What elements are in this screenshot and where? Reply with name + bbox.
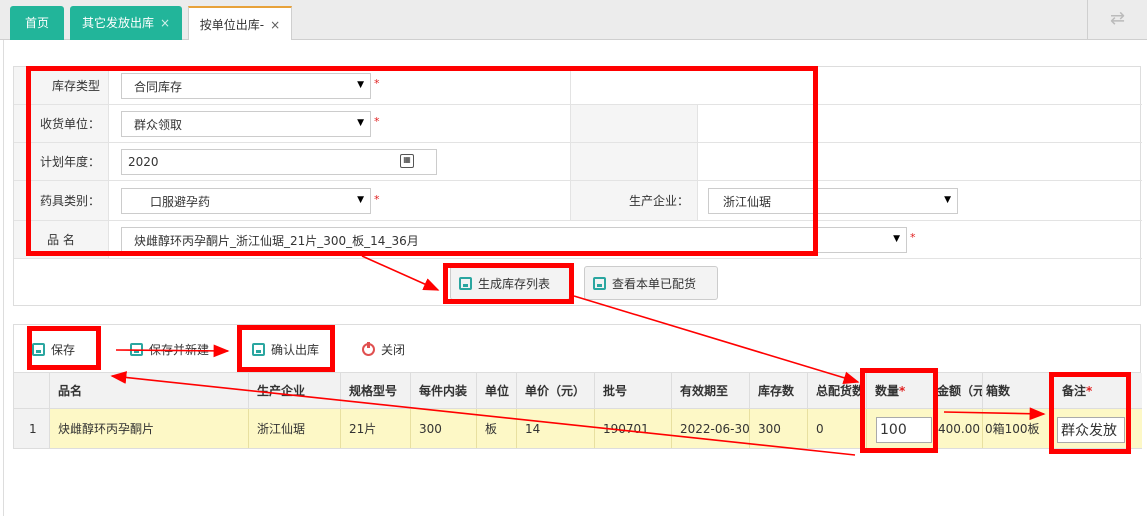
annotation-arrows — [110, 255, 1046, 456]
arrow-generate-to-qty — [573, 295, 860, 384]
arrow-save-to-confirm — [115, 344, 230, 358]
arrow-form-to-generate — [361, 255, 440, 291]
arrow-qty-to-remark — [943, 407, 1046, 421]
arrow-qty-to-save — [110, 371, 856, 456]
